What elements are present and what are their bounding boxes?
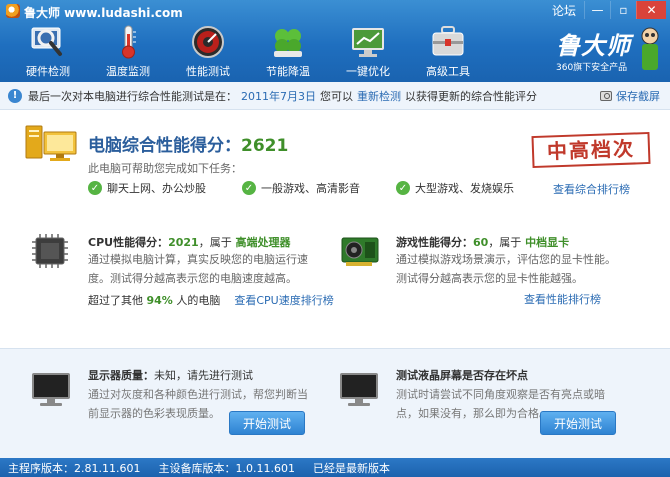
graphics-card-icon: [341, 237, 379, 266]
minimize-button[interactable]: —: [584, 1, 610, 19]
cpu-chip-icon: [32, 234, 68, 268]
nav-label: 硬件检测: [26, 65, 70, 78]
task-label: 大型游戏、发烧娱乐: [415, 182, 514, 195]
app-title: 鲁大师 www.ludashi.com: [24, 6, 183, 20]
info-middle: 您可以: [320, 89, 353, 103]
nav-label: 性能测试: [186, 65, 230, 78]
overall-score-title: 电脑综合性能得分：2621: [88, 131, 288, 156]
overall-score-label: 电脑综合性能得分：: [88, 136, 241, 156]
title-bar: 鲁大师 www.ludashi.com 论坛 — ▫ ✕: [0, 0, 670, 22]
task-item: ✓ 聊天上网、办公炒股: [88, 180, 206, 196]
toolbox-icon: [428, 24, 468, 60]
mascot-icon: [641, 27, 659, 70]
beat-prefix: 超过了其他: [88, 294, 143, 307]
status-bar: 主程序版本：2.81.11.601 主设备库版本：1.0.11.601 已经是最…: [0, 458, 670, 477]
save-screenshot-label: 保存截屏: [616, 90, 660, 103]
brand-subtitle: 360旗下安全产品: [556, 63, 628, 73]
nav-item-temperature[interactable]: 温度监测: [88, 22, 168, 80]
game-belongs-text: ，属于: [488, 236, 522, 249]
grade-stamp: 中高档次: [531, 131, 651, 169]
cpu-grade-tag: 高端处理器: [235, 236, 291, 249]
save-screenshot-button[interactable]: 保存截屏: [600, 88, 660, 104]
beat-percentage: 94%: [146, 294, 173, 307]
restore-button[interactable]: ▫: [610, 1, 636, 19]
last-test-date: 2011年7月3日: [241, 89, 316, 103]
nav-label: 温度监测: [106, 65, 150, 78]
monitor-icon: [348, 24, 388, 60]
task-label: 聊天上网、办公炒股: [107, 182, 206, 195]
nav-item-optimize[interactable]: 一键优化: [328, 22, 408, 80]
overall-subtitle: 此电脑可帮助您完成如下任务：: [88, 162, 242, 175]
thermometer-icon: [108, 24, 148, 60]
main-nav: 硬件检测 温度监测 性能测试 节能降温 一键优化 高级工具: [8, 22, 488, 80]
cpu-score-title: CPU性能得分：2021，属于 高端处理器: [88, 234, 291, 250]
nav-label: 节能降温: [266, 65, 310, 78]
info-bar: ! 最后一次对本电脑进行综合性能测试是在： 2011年7月3日 您可以 重新检测 以获得…: [0, 82, 670, 110]
dead-pixel-title: 测试液晶屏幕是否存在坏点: [396, 369, 528, 382]
device-db-version: 主设备库版本：1.0.11.601: [158, 461, 295, 475]
display-quality-status: 未知，请先进行测试: [154, 369, 253, 382]
header: 鲁大师 www.ludashi.com 论坛 — ▫ ✕ 硬件检测 温度监测 性…: [0, 0, 670, 82]
display-quality-title: 显示器质量：未知，请先进行测试: [88, 367, 253, 383]
check-icon: ✓: [396, 181, 410, 195]
nav-item-performance[interactable]: 性能测试: [168, 22, 248, 80]
clover-icon: [268, 24, 308, 60]
magnifier-icon: [28, 24, 68, 60]
info-message: 最后一次对本电脑进行综合性能测试是在： 2011年7月3日 您可以 重新检测 以获得更新…: [28, 88, 537, 104]
beat-suffix: 人的电脑: [176, 294, 221, 307]
speedometer-icon: [188, 24, 228, 60]
info-prefix: 最后一次对本电脑进行综合性能测试是在：: [28, 89, 237, 103]
task-list: ✓ 聊天上网、办公炒股 ✓ 一般游戏、高清影音 ✓ 大型游戏、发烧娱乐: [88, 180, 550, 196]
info-suffix: 以获得更新的综合性能评分: [405, 89, 537, 103]
monitor-icon: [32, 373, 70, 407]
nav-item-tools[interactable]: 高级工具: [408, 22, 488, 80]
brand: 鲁大师 360旗下安全产品: [556, 24, 659, 78]
dead-pixel-start-button[interactable]: 开始测试: [540, 411, 616, 435]
nav-label: 一键优化: [346, 65, 390, 78]
task-item: ✓ 大型游戏、发烧娱乐: [396, 180, 514, 196]
nav-item-hardware[interactable]: 硬件检测: [8, 22, 88, 80]
nav-item-energy[interactable]: 节能降温: [248, 22, 328, 80]
cpu-beat-line: 超过了其他 94% 人的电脑 查看CPU速度排行榜: [88, 292, 334, 308]
camera-icon: [600, 91, 612, 101]
game-rank-link[interactable]: 查看性能排行榜: [524, 290, 601, 309]
overall-rank-link[interactable]: 查看综合排行榜: [553, 181, 630, 197]
forum-link[interactable]: 论坛: [552, 2, 576, 19]
display-test-start-button[interactable]: 开始测试: [229, 411, 305, 435]
check-icon: ✓: [88, 181, 102, 195]
check-icon: ✓: [242, 181, 256, 195]
cpu-score-label: CPU性能得分：: [88, 236, 169, 249]
update-status: 已经是最新版本: [312, 461, 390, 475]
monitor-icon: [340, 373, 378, 407]
main-version: 主程序版本：2.81.11.601: [8, 461, 141, 475]
close-button[interactable]: ✕: [636, 1, 666, 19]
app-logo-icon: [6, 4, 20, 18]
cpu-description: 通过模拟电脑计算，真实反映您的电脑运行速度。测试得分越高表示您的电脑速度越高。: [88, 253, 308, 285]
cpu-belongs-text: ，属于: [198, 236, 232, 249]
cpu-rank-link[interactable]: 查看CPU速度排行榜: [234, 294, 333, 307]
cpu-score-value: 2021: [168, 236, 199, 249]
game-score-label: 游戏性能得分：: [396, 236, 473, 249]
game-score-value: 60: [473, 236, 489, 249]
game-score-title: 游戏性能得分：60，属于 中档显卡: [396, 234, 569, 250]
display-quality-label: 显示器质量：: [88, 369, 154, 382]
task-label: 一般游戏、高清影音: [261, 182, 360, 195]
nav-label: 高级工具: [426, 65, 470, 78]
info-icon: !: [8, 88, 22, 103]
overall-score-value: 2621: [241, 136, 289, 156]
retest-link[interactable]: 重新检测: [357, 90, 401, 103]
gpu-grade-tag: 中档显卡: [525, 236, 570, 249]
task-item: ✓ 一般游戏、高清影音: [242, 180, 360, 196]
computer-icon: [25, 125, 77, 161]
brand-logo: 鲁大师: [556, 31, 631, 60]
game-description: 通过模拟游戏场景演示，评估您的显卡性能。测试得分越高表示您的显卡性能越强。: [396, 253, 616, 285]
display-test-panel: 显示器质量：未知，请先进行测试 通过对灰度和各种颜色进行测试，帮您判断当前显示器…: [0, 348, 670, 458]
window-controls: 论坛 — ▫ ✕: [552, 0, 666, 20]
